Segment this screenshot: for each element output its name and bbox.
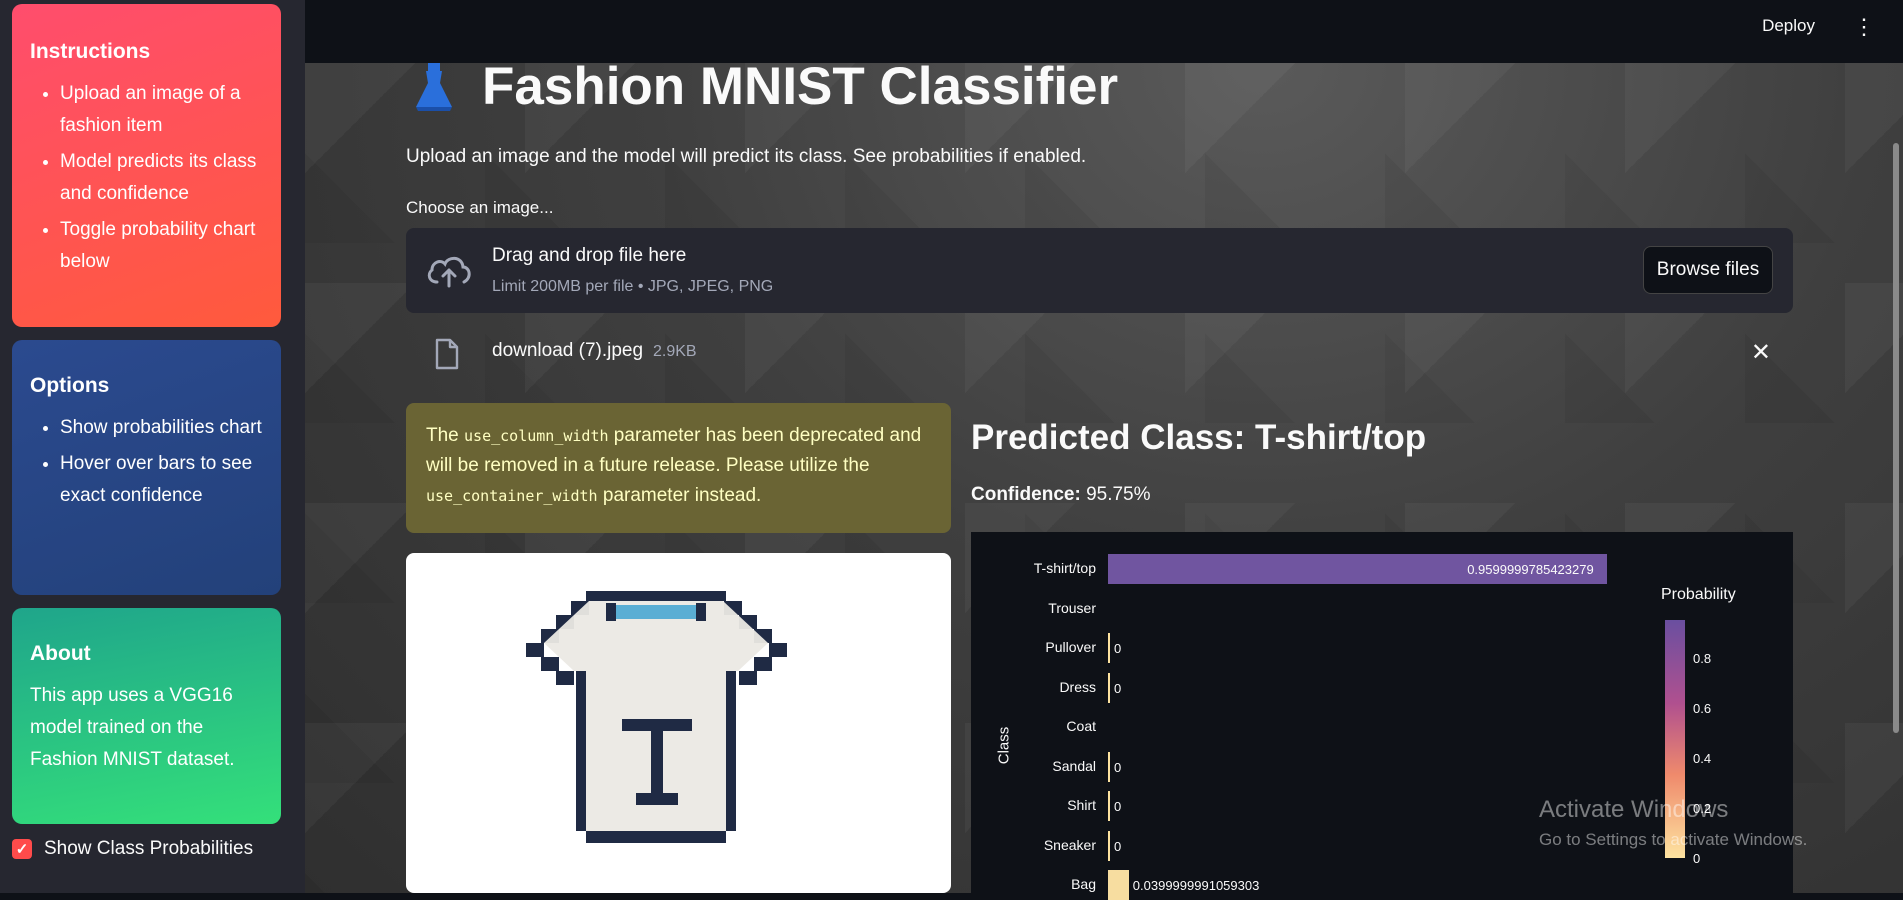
options-card: Options Show probabilities chart Hover o… [12,340,281,595]
show-probabilities-checkbox[interactable]: ✓ Show Class Probabilities [12,838,253,860]
data-label: 0 [1114,799,1122,814]
windows-watermark-title: Activate Windows [1539,796,1729,823]
about-card: About This app uses a VGG16 model traine… [12,608,281,824]
file-icon [435,338,459,370]
data-label: 0.9599999785423279 [1467,562,1594,577]
tick-label: Coat [1066,718,1096,734]
about-text: This app uses a VGG16 model trained on t… [30,685,235,770]
dropzone-limit-text: Limit 200MB per file • JPG, JPEG, PNG [492,278,774,295]
tick-label: Trouser [1048,599,1096,616]
uploaded-image [406,553,951,893]
chart-bar[interactable] [1108,870,1129,900]
list-item: Hover over bars to see exact confidence [60,448,263,512]
checkbox-label: Show Class Probabilities [44,838,254,859]
tick-label: Shirt [1067,797,1096,813]
data-label: 0 [1114,680,1122,696]
list-item: Upload an image of a fashion item [60,78,263,142]
data-label: 0 [1114,838,1122,854]
scrollbar[interactable] [1893,143,1899,733]
tick-label: T-shirt/top [1033,560,1096,576]
legend-tick-label: 0 [1693,851,1701,866]
tshirt-image [526,591,787,843]
chart-bar[interactable] [1108,791,1110,821]
data-label: 0 [1114,759,1122,775]
uploaded-file-row: download (7).jpeg 2.9KB ✕ [406,328,1793,378]
options-list: Show probabilities chart Hover over bars… [30,412,263,512]
windows-watermark-text: Go to Settings to activate Windows. [1539,830,1808,849]
tick-label: Sandal [1052,757,1096,774]
predicted-class-title: Predicted Class: T-shirt/top [971,418,1427,457]
data-label: 0.0399999991059303 [1132,878,1260,893]
code-snippet: use_container_width [426,487,598,505]
chart-bar[interactable] [1108,751,1110,782]
tick-label: Sneaker [1043,836,1096,853]
dress-icon [416,62,452,111]
about-title: About [30,642,91,665]
list-item: Model predicts its class and confidence [60,146,263,210]
file-size: 2.9KB [653,343,697,360]
instructions-list: Upload an image of a fashion item Model … [30,78,263,278]
page-title: Fashion MNIST Classifier [408,56,1118,117]
file-dropzone[interactable]: Drag and drop file here Limit 200MB per … [406,228,1793,313]
confidence-text: Confidence: 95.75% [971,484,1151,505]
close-icon[interactable]: ✕ [1751,338,1771,367]
list-item: Toggle probability chart below [60,214,263,278]
checkbox-checked-icon[interactable]: ✓ [12,839,32,859]
data-label: 0 [1114,641,1122,656]
instructions-card: Instructions Upload an image of a fashio… [12,4,281,327]
deploy-button[interactable]: Deploy [1762,16,1815,36]
file-name: download (7).jpeg [492,340,644,361]
chart-bar[interactable] [1108,830,1110,861]
deprecation-warning: The use_column_width parameter has been … [406,403,951,533]
legend-tick-label: 0.8 [1693,651,1712,666]
dropzone-title: Drag and drop file here [492,245,687,266]
options-title: Options [30,374,110,397]
chart-bar[interactable] [1108,633,1110,663]
uploader-label: Choose an image... [406,198,554,217]
legend-title: Probability [1661,586,1736,603]
browse-files-button[interactable]: Browse files [1643,246,1773,294]
cloud-upload-icon [427,256,471,288]
tick-label: Pullover [1045,639,1096,655]
sidebar: Instructions Upload an image of a fashio… [0,0,305,893]
app-header: Deploy ⋮ [305,0,1903,63]
tick-label: Bag [1071,876,1096,892]
legend-tick-label: 0.6 [1693,701,1712,716]
list-item: Show probabilities chart [60,412,263,444]
tick-label: Dress [1059,678,1096,695]
legend-tick-label: 0.4 [1693,751,1712,766]
vertical-dots-icon[interactable]: ⋮ [1853,14,1875,40]
chart-bar[interactable] [1108,672,1110,703]
instructions-title: Instructions [30,40,151,63]
page-subtitle: Upload an image and the model will predi… [406,146,1087,167]
code-snippet: use_column_width [464,427,609,445]
confidence-value: 95.75% [1086,484,1151,505]
